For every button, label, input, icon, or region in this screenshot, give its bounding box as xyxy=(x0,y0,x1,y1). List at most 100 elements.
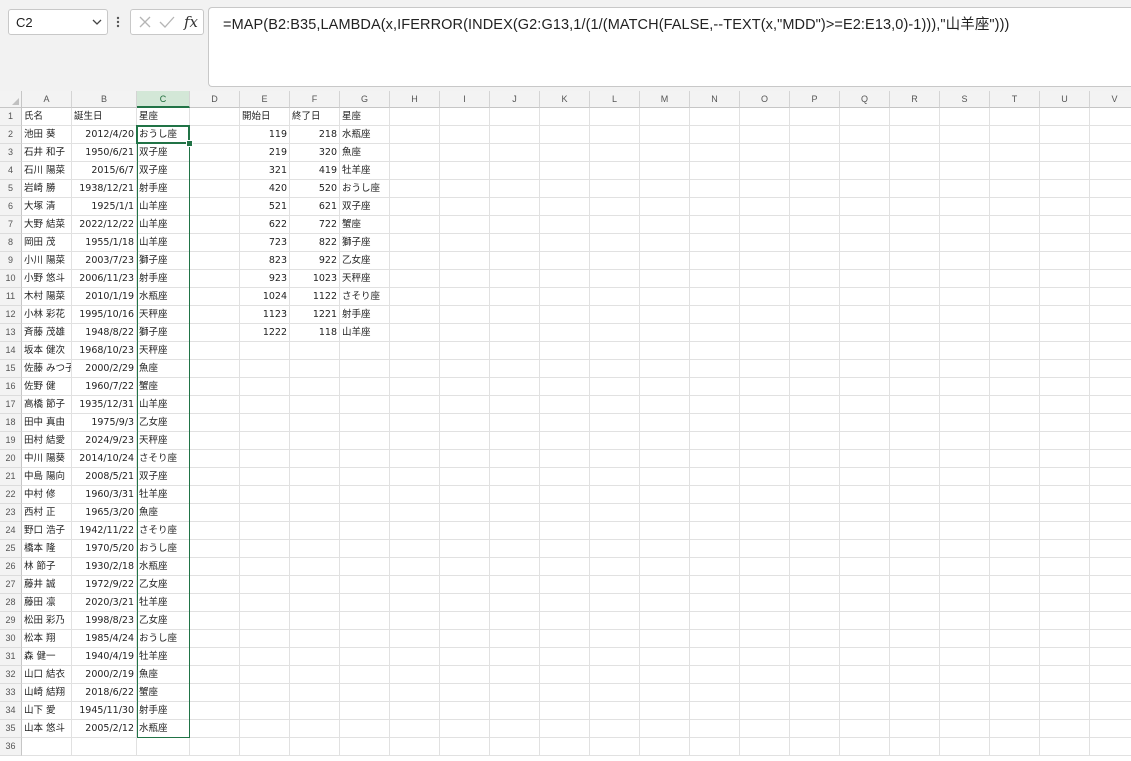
cell[interactable] xyxy=(190,576,240,594)
cell[interactable] xyxy=(340,738,390,756)
cell[interactable] xyxy=(840,738,890,756)
cell[interactable] xyxy=(740,486,790,504)
cell[interactable] xyxy=(640,612,690,630)
cell[interactable] xyxy=(640,450,690,468)
cell[interactable] xyxy=(240,720,290,738)
cell[interactable] xyxy=(540,558,590,576)
zodiac-cell[interactable]: おうし座 xyxy=(137,630,190,648)
cell[interactable] xyxy=(340,504,390,522)
cell[interactable] xyxy=(790,576,840,594)
column-header-b[interactable]: B xyxy=(72,91,137,108)
cell[interactable] xyxy=(590,648,640,666)
cell[interactable] xyxy=(1090,540,1131,558)
cell[interactable] xyxy=(1090,504,1131,522)
cell[interactable] xyxy=(1040,198,1090,216)
cell[interactable] xyxy=(940,504,990,522)
row-header-7[interactable]: 7 xyxy=(0,216,22,234)
column-header-k[interactable]: K xyxy=(540,91,590,108)
spreadsheet-grid[interactable]: A B C D E F G H I J K L M N O P Q R S T U V 1 2 3 4 5 6 7 8 9 10 11 12 13 1… xyxy=(0,91,1131,761)
cell[interactable] xyxy=(690,576,740,594)
end-date-cell[interactable]: 218 xyxy=(290,126,340,144)
cell[interactable] xyxy=(990,306,1040,324)
cell[interactable] xyxy=(740,396,790,414)
cell[interactable] xyxy=(690,198,740,216)
cell[interactable] xyxy=(790,144,840,162)
name-cell[interactable]: 大野 結菜 xyxy=(22,216,72,234)
row-header-34[interactable]: 34 xyxy=(0,702,22,720)
row-header-29[interactable]: 29 xyxy=(0,612,22,630)
cell[interactable] xyxy=(340,558,390,576)
cell[interactable] xyxy=(740,126,790,144)
cell[interactable] xyxy=(1040,450,1090,468)
cell[interactable] xyxy=(840,198,890,216)
cell[interactable] xyxy=(740,216,790,234)
cell[interactable] xyxy=(540,144,590,162)
cell[interactable] xyxy=(240,666,290,684)
cell[interactable] xyxy=(990,702,1040,720)
cell[interactable] xyxy=(1090,522,1131,540)
row-header-20[interactable]: 20 xyxy=(0,450,22,468)
cell[interactable] xyxy=(540,522,590,540)
start-date-cell[interactable]: 823 xyxy=(240,252,290,270)
cell[interactable] xyxy=(390,270,440,288)
cell[interactable] xyxy=(740,450,790,468)
cell[interactable] xyxy=(890,738,940,756)
cell[interactable] xyxy=(990,666,1040,684)
cell[interactable] xyxy=(990,738,1040,756)
cancel-icon[interactable] xyxy=(133,10,157,34)
cell[interactable] xyxy=(1040,144,1090,162)
cell[interactable] xyxy=(990,234,1040,252)
birthday-cell[interactable]: 1965/3/20 xyxy=(72,504,137,522)
column-header-u[interactable]: U xyxy=(1040,91,1090,108)
cell[interactable] xyxy=(340,576,390,594)
cell[interactable] xyxy=(740,378,790,396)
cell[interactable] xyxy=(790,180,840,198)
cell[interactable] xyxy=(1090,288,1131,306)
cell[interactable] xyxy=(640,270,690,288)
cell[interactable] xyxy=(790,414,840,432)
cell[interactable] xyxy=(890,594,940,612)
name-cell[interactable]: 山崎 結翔 xyxy=(22,684,72,702)
birthday-cell[interactable]: 1995/10/16 xyxy=(72,306,137,324)
cell[interactable] xyxy=(790,468,840,486)
row-header-6[interactable]: 6 xyxy=(0,198,22,216)
cell[interactable] xyxy=(340,702,390,720)
cell[interactable] xyxy=(1040,288,1090,306)
cell[interactable] xyxy=(790,720,840,738)
cell[interactable] xyxy=(990,216,1040,234)
cell[interactable] xyxy=(290,396,340,414)
birthday-cell[interactable]: 1960/3/31 xyxy=(72,486,137,504)
cell[interactable] xyxy=(1090,306,1131,324)
cell[interactable] xyxy=(540,216,590,234)
cell[interactable] xyxy=(690,612,740,630)
cell[interactable] xyxy=(590,216,640,234)
cell[interactable] xyxy=(240,594,290,612)
cell[interactable] xyxy=(940,432,990,450)
end-date-cell[interactable]: 118 xyxy=(290,324,340,342)
enter-check-icon[interactable] xyxy=(155,10,179,34)
cell[interactable] xyxy=(490,306,540,324)
cell[interactable] xyxy=(690,666,740,684)
start-date-cell[interactable]: 923 xyxy=(240,270,290,288)
zodiac-cell[interactable]: 射手座 xyxy=(137,180,190,198)
cell[interactable] xyxy=(190,342,240,360)
end-date-cell[interactable]: 1023 xyxy=(290,270,340,288)
cell[interactable] xyxy=(240,378,290,396)
cell[interactable] xyxy=(640,522,690,540)
cell[interactable] xyxy=(240,486,290,504)
cell[interactable] xyxy=(390,612,440,630)
cell[interactable] xyxy=(340,720,390,738)
birthday-cell[interactable]: 1925/1/1 xyxy=(72,198,137,216)
cell[interactable] xyxy=(190,738,240,756)
cell[interactable] xyxy=(540,468,590,486)
cell[interactable] xyxy=(540,576,590,594)
cell[interactable] xyxy=(640,576,690,594)
cell[interactable] xyxy=(1090,270,1131,288)
cell[interactable] xyxy=(640,540,690,558)
zodiac-sign-cell[interactable]: 山羊座 xyxy=(340,324,390,342)
cell[interactable] xyxy=(540,738,590,756)
cell[interactable] xyxy=(990,540,1040,558)
cell[interactable] xyxy=(590,594,640,612)
cell[interactable] xyxy=(1040,396,1090,414)
cell[interactable] xyxy=(390,324,440,342)
